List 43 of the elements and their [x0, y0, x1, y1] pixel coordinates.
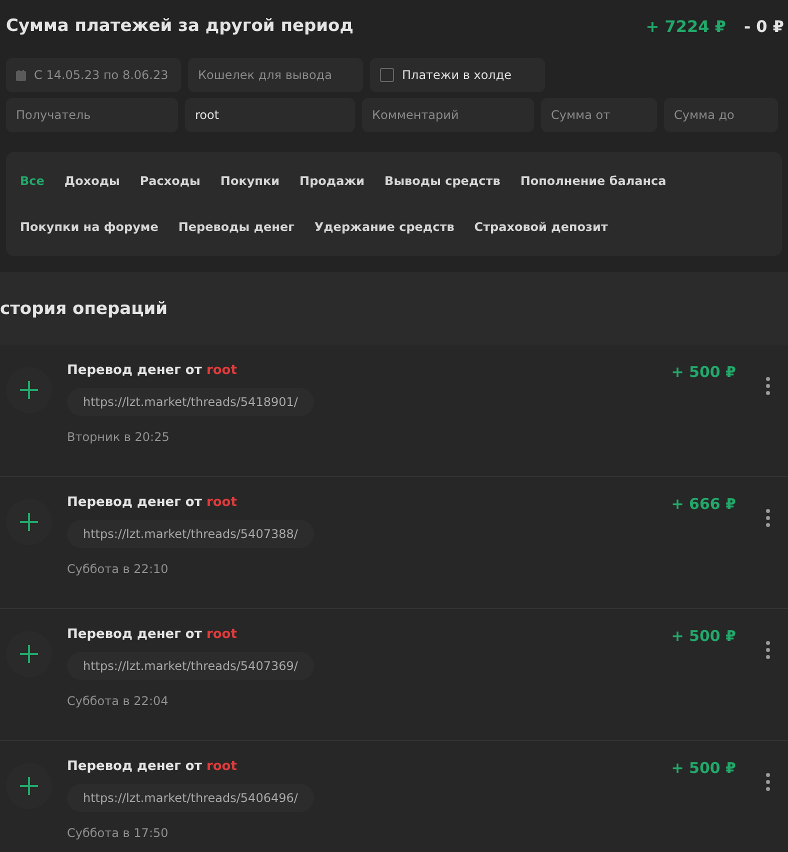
thread-link[interactable]: https://lzt.market/threads/5418901/: [67, 388, 314, 416]
recipient-field[interactable]: Получатель: [6, 98, 178, 132]
filter-tab[interactable]: Покупки на форуме: [10, 204, 168, 250]
operation-amount: + 666 ₽: [671, 495, 736, 513]
expense-total: - 0 ₽: [744, 16, 784, 36]
filter-tab[interactable]: Переводы денег: [168, 204, 304, 250]
filter-tab[interactable]: Пополнение баланса: [510, 158, 676, 204]
filter-tab[interactable]: Выводы средств: [374, 158, 510, 204]
date-range-field[interactable]: С 14.05.23 по 8.06.23: [6, 58, 181, 92]
checkbox[interactable]: [380, 68, 394, 82]
operation-title: Перевод денег от root: [67, 759, 238, 774]
date-range-text: С 14.05.23 по 8.06.23: [34, 68, 168, 82]
filter-tab[interactable]: Доходы: [54, 158, 130, 204]
thread-link[interactable]: https://lzt.market/threads/5406496/: [67, 784, 314, 812]
sum-from-field[interactable]: Сумма от: [541, 98, 657, 132]
operation-title: Перевод денег от root: [67, 363, 238, 378]
operation-time: Суббота в 22:04: [67, 694, 170, 708]
wallet-field[interactable]: Кошелек для вывода: [188, 58, 363, 92]
calendar-icon: [16, 70, 26, 80]
hold-label: Платежи в холде: [402, 68, 512, 82]
operation-title: Перевод денег от root: [67, 627, 238, 642]
operation-time: Суббота в 17:50: [67, 826, 170, 840]
comment-field[interactable]: Комментарий: [362, 98, 534, 132]
user-field[interactable]: root: [185, 98, 355, 132]
operation-time: Суббота в 22:10: [67, 562, 170, 576]
operation-time: Вторник в 20:25: [67, 430, 170, 444]
operation-title: Перевод денег от root: [67, 495, 238, 510]
operation-amount: + 500 ₽: [671, 363, 736, 381]
filter-tab[interactable]: Удержание средств: [304, 204, 464, 250]
filter-tab[interactable]: Все: [10, 158, 54, 204]
sum-to-field[interactable]: Сумма до: [664, 98, 778, 132]
operation-amount: + 500 ₽: [671, 759, 736, 777]
filter-tab[interactable]: Покупки: [210, 158, 290, 204]
filter-tab[interactable]: Продажи: [290, 158, 375, 204]
hold-checkbox-row[interactable]: Платежи в холде: [370, 58, 545, 92]
operation-amount: + 500 ₽: [671, 627, 736, 645]
filter-tab[interactable]: Страховой депозит: [464, 204, 618, 250]
filter-tab[interactable]: Расходы: [130, 158, 210, 204]
thread-link[interactable]: https://lzt.market/threads/5407388/: [67, 520, 314, 548]
thread-link[interactable]: https://lzt.market/threads/5407369/: [67, 652, 314, 680]
page-title: Сумма платежей за другой период: [6, 16, 354, 36]
history-title: стория операций: [0, 298, 168, 318]
income-total: + 7224 ₽: [646, 16, 726, 36]
